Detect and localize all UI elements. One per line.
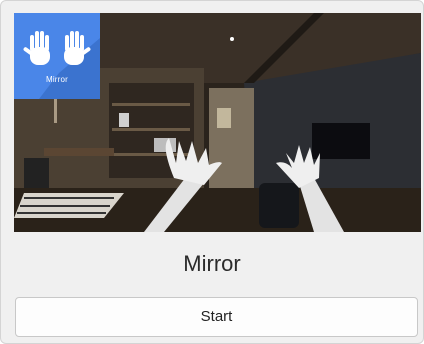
start-button[interactable]: Start xyxy=(15,297,418,337)
hands-icon xyxy=(23,31,100,99)
app-title: Mirror xyxy=(183,251,241,276)
app-card[interactable]: Mirror Mirror Start xyxy=(0,0,424,344)
app-thumbnail: Mirror xyxy=(14,13,421,232)
app-badge: Mirror xyxy=(14,13,100,99)
badge-label: Mirror xyxy=(45,75,69,84)
